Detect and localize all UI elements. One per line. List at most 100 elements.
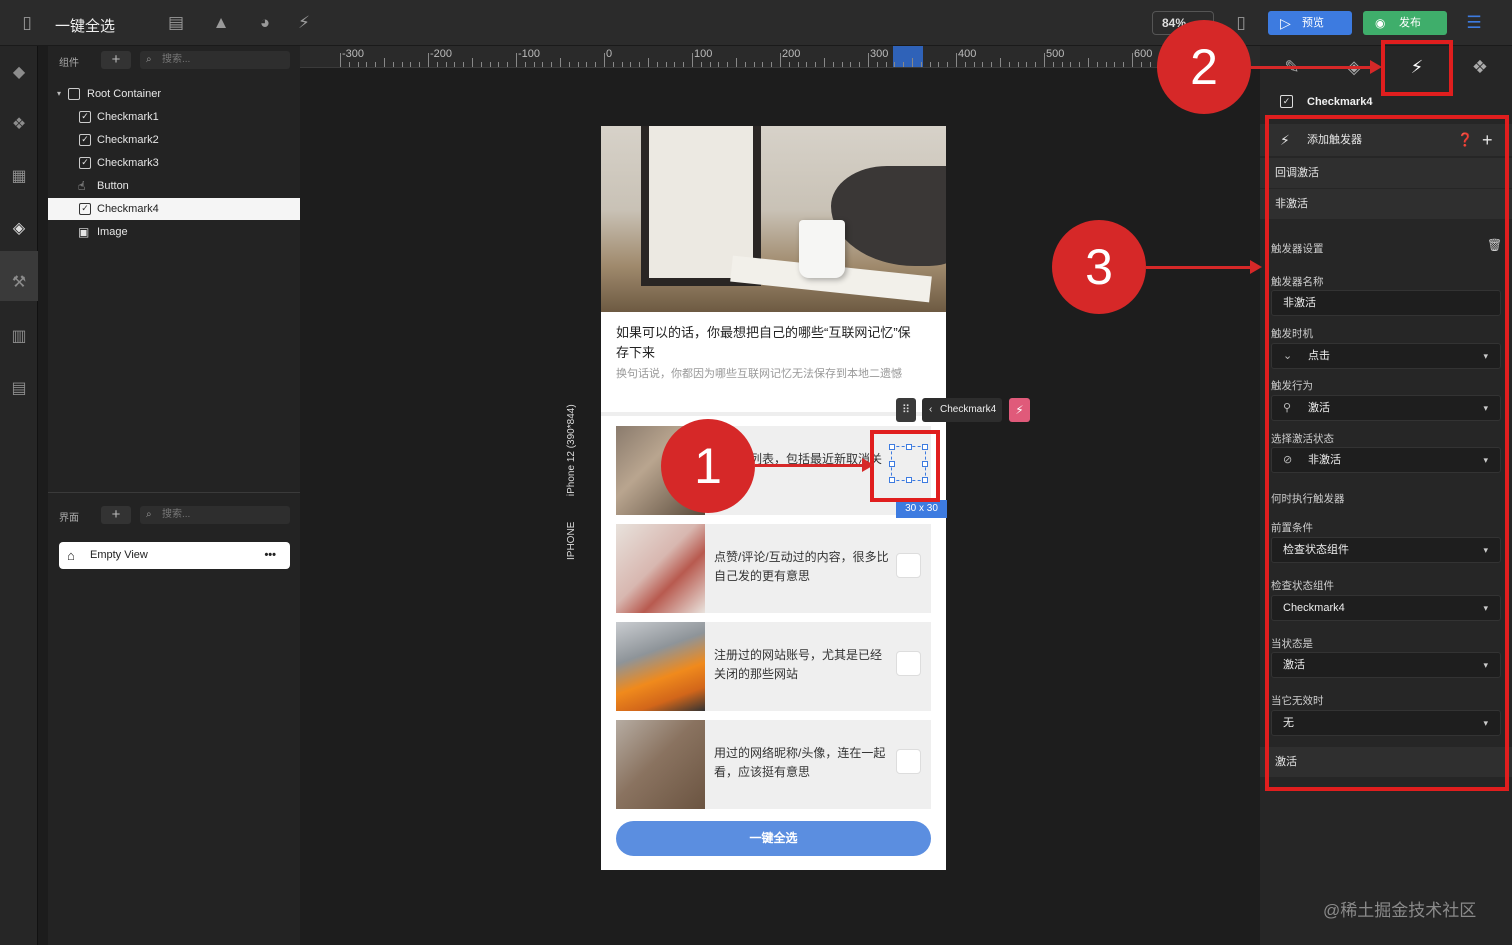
sliders-icon[interactable]: ☰ <box>1463 12 1485 34</box>
post-subtitle: 换句话说，你都因为哪些互联网记忆无法保存到本地二遗憾 <box>616 368 902 380</box>
play-icon: ▷ <box>1280 15 1291 31</box>
tool-rail: ◆ ❖ ▦ ◈ ⚒ ▥ ▤ <box>0 46 38 945</box>
sidebar-toggle-icon[interactable]: ▯ <box>16 12 38 34</box>
ruler-minor-tick <box>612 62 614 67</box>
checkbox-icon: ✓ <box>79 157 91 169</box>
tab-data[interactable]: ❖ <box>1456 46 1504 88</box>
ruler-minor-tick <box>947 62 949 67</box>
checkmark4-checkbox[interactable] <box>896 749 921 774</box>
table-icon[interactable]: ▤ <box>8 378 30 400</box>
ruler-minor-tick <box>348 62 350 67</box>
checkbox-icon: ✓ <box>79 203 91 215</box>
template-icon[interactable]: ▥ <box>8 326 30 348</box>
ruler-minor-tick <box>850 62 852 67</box>
ruler-minor-tick <box>1035 62 1037 67</box>
ruler-minor-tick <box>507 62 509 67</box>
hero-image[interactable] <box>601 126 946 312</box>
select-all-button[interactable]: 一键全选 <box>616 821 931 856</box>
home-icon: ⌂ <box>67 548 75 563</box>
ruler-major-tick <box>1132 53 1133 67</box>
tree-item-image[interactable]: ▣ Image <box>48 221 300 243</box>
components-icon[interactable]: ❖ <box>8 114 30 136</box>
selected-component-breadcrumb[interactable]: ‹ Checkmark4 <box>922 398 1002 422</box>
checkmark2-checkbox[interactable] <box>896 553 921 578</box>
tree-item-checkmark4[interactable]: ✓ Checkmark4 <box>48 198 300 220</box>
list-item[interactable]: 注册过的网站账号，尤其是已经关闭的那些网站 <box>616 622 931 711</box>
ruler-minor-tick <box>912 58 913 67</box>
trigger-bolt-icon[interactable]: ⚡ <box>1009 398 1030 422</box>
ruler-label: 0 <box>606 48 613 60</box>
device-label: IPHONE iPhone 12 (390*844) <box>566 404 577 560</box>
add-component-button[interactable]: + <box>101 51 131 69</box>
ruler-major-tick <box>692 53 693 67</box>
list-item[interactable]: 用过的网络昵称/头像，连在一起看，应该挺有意思 <box>616 720 931 809</box>
ruler-minor-tick <box>1070 62 1072 67</box>
ruler-minor-tick <box>551 62 553 67</box>
checkmark3-checkbox[interactable] <box>896 651 921 676</box>
panel-divider[interactable] <box>48 492 300 493</box>
ruler-minor-tick <box>560 58 561 67</box>
ruler-label: 400 <box>958 48 977 60</box>
screen-item-label: Empty View <box>90 549 148 561</box>
drive-icon[interactable]: ▲ <box>210 12 232 34</box>
ruler-minor-tick <box>595 62 597 67</box>
layers-icon[interactable]: ◈ <box>8 218 30 240</box>
ruler-major-tick <box>516 53 517 67</box>
layout-icon[interactable]: ▦ <box>8 166 30 188</box>
search-placeholder: 搜索... <box>162 54 191 65</box>
annotation-arrowhead-2 <box>1370 60 1382 74</box>
ruler-minor-tick <box>401 62 403 67</box>
row-text: 用过的网络昵称/头像，连在一起看，应该挺有意思 <box>714 746 886 779</box>
ruler-minor-tick <box>1026 62 1028 67</box>
eye-icon: ◉ <box>1375 16 1386 30</box>
tree-item-label: Root Container <box>87 88 161 100</box>
publish-label: 发布 <box>1399 17 1421 29</box>
drag-handle-icon[interactable]: ⠿ <box>896 398 916 422</box>
checkbox-icon: ✓ <box>79 134 91 146</box>
list-item[interactable]: 点赞/评论/互动过的内容，很多比自己发的更有意思 <box>616 524 931 613</box>
ruler-minor-tick <box>674 62 676 67</box>
tree-item-button[interactable]: ☝ Button <box>48 175 300 197</box>
screen-item-empty-view[interactable]: ⌂ Empty View ••• <box>59 542 290 569</box>
tree-item-checkmark2[interactable]: ✓ Checkmark2 <box>48 129 300 151</box>
ruler-minor-tick <box>762 62 764 67</box>
preview-button[interactable]: ▷ 预览 <box>1268 11 1352 35</box>
lightning-settings-icon[interactable]: ⚡ <box>293 12 315 34</box>
expand-caret-icon[interactable]: ▾ <box>57 83 61 105</box>
app-title: 一键全选 <box>55 18 116 35</box>
ruler-minor-tick <box>1008 62 1010 67</box>
ruler-minor-tick <box>841 62 843 67</box>
preview-label: 预览 <box>1302 17 1324 29</box>
ruler-label: 100 <box>694 48 713 60</box>
cube-icon[interactable]: ◆ <box>8 62 30 84</box>
more-options-icon[interactable]: ••• <box>264 542 276 569</box>
ruler-minor-tick <box>1088 58 1089 67</box>
row-text: 注册过的网站账号，尤其是已经关闭的那些网站 <box>714 648 883 681</box>
post-title: 如果可以的话，你最想把自己的哪些“互联网记忆”保存下来 <box>616 325 911 360</box>
row-text: 点赞/评论/互动过的内容，很多比自己发的更有意思 <box>714 550 889 583</box>
hammer-icon[interactable]: ⚒ <box>8 272 30 294</box>
palette-icon[interactable]: ◕ <box>254 12 276 34</box>
section-divider <box>601 412 946 416</box>
component-name: Checkmark4 <box>1307 96 1373 108</box>
ruler-minor-tick <box>392 62 394 67</box>
screen-search-input[interactable]: ⌕ 搜索... <box>140 506 290 524</box>
ruler-label: 200 <box>782 48 801 60</box>
tree-item-checkmark1[interactable]: ✓ Checkmark1 <box>48 106 300 128</box>
ruler-minor-tick <box>744 62 746 67</box>
ruler-minor-tick <box>753 62 755 67</box>
document-icon[interactable]: ▤ <box>165 12 187 34</box>
tree-item-root-container[interactable]: ▾ Root Container <box>48 83 300 105</box>
ruler-minor-tick <box>454 62 456 67</box>
annotation-arrow-2 <box>1251 66 1371 69</box>
ruler-minor-tick <box>788 62 790 67</box>
add-screen-button[interactable]: + <box>101 506 131 524</box>
hero-blanket <box>831 166 946 266</box>
ruler-minor-tick <box>938 62 940 67</box>
ruler-major-tick <box>340 53 341 67</box>
tree-item-checkmark3[interactable]: ✓ Checkmark3 <box>48 152 300 174</box>
annotation-marker-3: 3 <box>1052 220 1146 314</box>
component-search-input[interactable]: ⌕ 搜索... <box>140 51 290 69</box>
publish-button[interactable]: ◉ 发布 <box>1363 11 1447 35</box>
ruler-minor-tick <box>903 62 905 67</box>
